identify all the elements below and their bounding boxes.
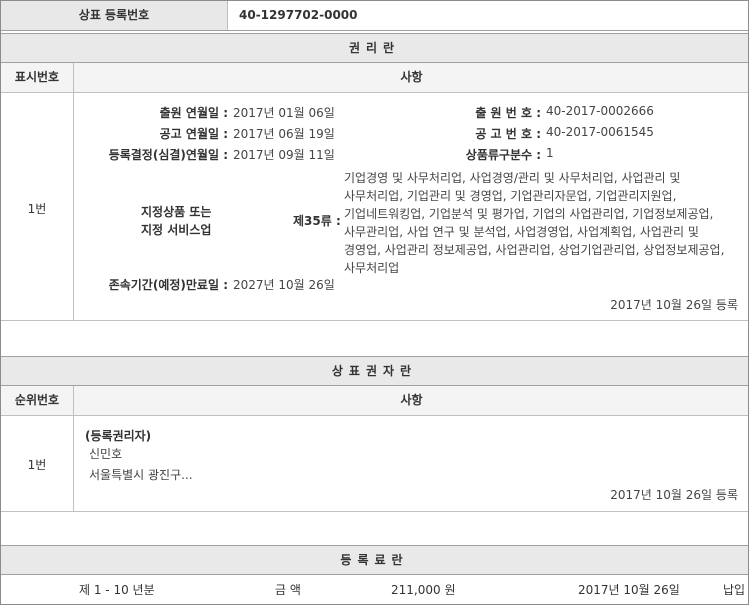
- owner-entry: 1번 (등록권리자) 신민호 서울특별시 광진구... 2017년 10월 26…: [1, 416, 748, 512]
- owner-role: (등록권리자): [85, 429, 152, 443]
- owner-name: 신민호: [89, 447, 123, 461]
- rights-row-number-text: 1번: [27, 202, 47, 216]
- fee-amount-label: 금 액: [275, 583, 301, 597]
- application-date-value: 2017년 01월 06일: [233, 106, 335, 120]
- designated-goods-label: 지정상품 또는 지정 서비스업: [141, 203, 236, 239]
- rights-row-number: 1번: [1, 93, 74, 320]
- application-date-label: 출원 연월일 :: [159, 106, 228, 120]
- publication-date-value: 2017년 06월 19일: [233, 127, 335, 141]
- registration-decision-date-value: 2017년 09월 11일: [233, 148, 335, 162]
- owner-registered-note: 2017년 10월 26일 등록: [610, 488, 738, 502]
- class-count-label: 상품류구분수 :: [465, 148, 541, 162]
- rights-col-matter: 사항: [400, 70, 423, 84]
- fee-amount: 211,000 원: [391, 583, 456, 597]
- owner-address: 서울특별시 광진구...: [89, 468, 193, 482]
- registration-number-row: 상표 등록번호 40-1297702-0000: [1, 1, 748, 31]
- designated-goods-label-line1: 지정상품 또는: [141, 205, 212, 219]
- fee-section-title: 등록료란: [1, 545, 748, 575]
- owner-row-number-text: 1번: [27, 458, 47, 472]
- publication-number-value: 40-2017-0061545: [546, 125, 654, 139]
- rights-entry: 1번 출원 연월일 : 2017년 01월 06일 출 원 번 호 : 40-2…: [1, 93, 748, 321]
- fee-row: 제 1 - 10 년분 금 액 211,000 원 2017년 10월 26일 …: [1, 576, 748, 604]
- owner-col-number: 순위번호: [1, 386, 74, 415]
- rights-section-title: 권리란: [1, 33, 748, 63]
- fee-status: 납입: [723, 583, 746, 597]
- owner-row-number: 1번: [1, 416, 74, 511]
- application-number-value: 40-2017-0002666: [546, 104, 654, 118]
- trademark-register-page: 상표 등록번호 40-1297702-0000 권리란 표시번호 사항 1번 출…: [0, 0, 749, 605]
- publication-number-label: 공 고 번 호 :: [475, 127, 541, 141]
- rights-column-header: 표시번호 사항: [1, 63, 748, 93]
- registration-number-label: 상표 등록번호: [1, 1, 228, 30]
- application-number-label: 출 원 번 호 :: [475, 106, 541, 120]
- goods-class-label: 제35류 :: [293, 214, 341, 228]
- rights-col-number: 표시번호: [1, 63, 74, 92]
- owner-column-header: 순위번호 사항: [1, 386, 748, 416]
- expiry-date-label: 존속기간(예정)만료일 :: [108, 278, 228, 292]
- owner-section-title: 상표권자란: [1, 356, 748, 386]
- registration-decision-date-label: 등록결정(심결)연월일 :: [108, 148, 228, 162]
- class-count-value: 1: [546, 146, 554, 160]
- expiry-date-value: 2027년 10월 26일: [233, 278, 335, 292]
- publication-date-label: 공고 연월일 :: [159, 127, 228, 141]
- rights-registered-note: 2017년 10월 26일 등록: [610, 298, 738, 312]
- designated-goods-label-line2: 지정 서비스업: [141, 223, 212, 237]
- designated-goods-list: 기업경영 및 사무처리업, 사업경영/관리 및 사무처리업, 사업관리 및 사무…: [344, 171, 725, 275]
- fee-period: 제 1 - 10 년분: [79, 583, 155, 597]
- fee-date: 2017년 10월 26일: [578, 583, 680, 597]
- registration-number-value: 40-1297702-0000: [239, 8, 358, 22]
- owner-col-matter: 사항: [400, 393, 423, 407]
